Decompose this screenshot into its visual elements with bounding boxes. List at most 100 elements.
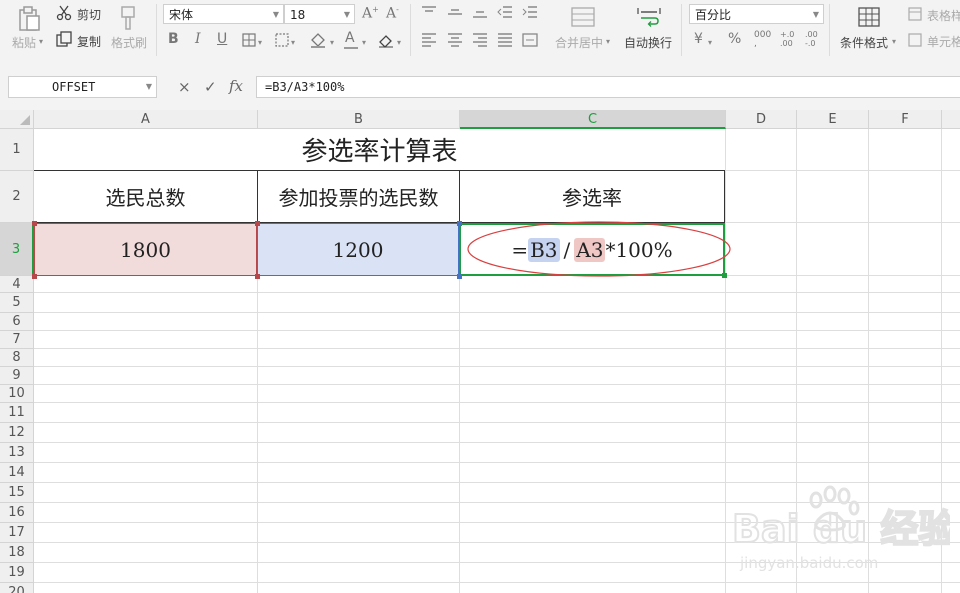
borders-icon[interactable] <box>242 33 256 47</box>
indent-increase-icon[interactable] <box>522 6 538 18</box>
align-left-icon[interactable] <box>421 33 437 47</box>
column-header-c[interactable]: C <box>460 110 726 129</box>
paste-button[interactable]: 粘贴 <box>12 34 36 51</box>
row-header-14[interactable]: 14 <box>0 463 34 483</box>
distributed-align-icon[interactable] <box>522 33 538 47</box>
number-format-select[interactable]: 百分比 ▼ <box>689 4 824 24</box>
range-handle[interactable] <box>457 274 462 279</box>
eraser-icon[interactable] <box>378 32 394 48</box>
font-size-select[interactable]: 18 ▼ <box>284 4 355 24</box>
header-cell-turnout-rate[interactable]: 参选率 <box>460 171 725 223</box>
decrease-decimal-icon[interactable]: .00 -.0 <box>805 30 818 48</box>
align-center-icon[interactable] <box>447 33 463 47</box>
column-header-d[interactable]: D <box>726 110 797 129</box>
conditional-format-icon <box>858 7 880 27</box>
increase-font-icon[interactable]: A+ <box>362 5 379 22</box>
range-handle[interactable] <box>255 221 260 226</box>
row-header-4[interactable]: 4 <box>0 276 34 293</box>
chevron-down-icon[interactable]: ▾ <box>397 38 401 47</box>
chevron-down-icon[interactable]: ▾ <box>606 37 610 46</box>
align-top-icon[interactable] <box>421 6 437 18</box>
table-style-button[interactable]: 表格样 <box>927 7 960 24</box>
chevron-down-icon[interactable]: ▾ <box>291 38 295 47</box>
decrease-font-icon[interactable]: A- <box>386 5 399 22</box>
row-header-9[interactable]: 9 <box>0 367 34 385</box>
copy-button[interactable]: 复制 <box>77 33 101 50</box>
row-header-6[interactable]: 6 <box>0 313 34 331</box>
range-handle[interactable] <box>457 221 462 226</box>
align-right-icon[interactable] <box>472 33 488 47</box>
column-header-f[interactable]: F <box>869 110 942 129</box>
chevron-down-icon[interactable]: ▾ <box>258 38 262 47</box>
row-header-13[interactable]: 13 <box>0 443 34 463</box>
cut-button[interactable]: 剪切 <box>77 6 101 23</box>
bold-icon[interactable]: B <box>168 31 179 47</box>
percent-icon[interactable]: % <box>728 31 741 47</box>
wrap-text-button[interactable]: 自动换行 <box>624 34 672 51</box>
thousands-separator-icon[interactable]: 000, <box>754 31 771 49</box>
grid-line <box>725 129 726 593</box>
cancel-icon[interactable]: × <box>178 78 191 96</box>
row-header-1[interactable]: 1 <box>0 129 34 171</box>
row-header-16[interactable]: 16 <box>0 503 34 523</box>
range-handle[interactable] <box>32 274 37 279</box>
row-header-18[interactable]: 18 <box>0 543 34 563</box>
row-header-8[interactable]: 8 <box>0 349 34 367</box>
select-all-corner[interactable] <box>0 110 34 129</box>
format-painter-icon <box>118 5 140 31</box>
row-header-11[interactable]: 11 <box>0 403 34 423</box>
row-header-12[interactable]: 12 <box>0 423 34 443</box>
font-color-icon[interactable]: A <box>345 30 355 46</box>
conditional-format-button[interactable]: 条件格式 <box>840 34 888 51</box>
range-handle[interactable] <box>32 221 37 226</box>
ribbon-divider <box>681 4 682 56</box>
underline-icon[interactable]: U <box>217 31 227 47</box>
paste-icon[interactable] <box>17 6 41 32</box>
font-name-select[interactable]: 宋体 ▼ <box>163 4 284 24</box>
column-header-g[interactable] <box>942 110 960 129</box>
row-header-15[interactable]: 15 <box>0 483 34 503</box>
currency-icon[interactable]: ¥ <box>694 31 703 47</box>
row-header-2[interactable]: 2 <box>0 171 34 223</box>
merge-center-button[interactable]: 合并居中 <box>555 34 603 51</box>
fx-icon[interactable]: fx <box>229 77 243 95</box>
chevron-down-icon[interactable]: ▾ <box>330 38 334 47</box>
chevron-down-icon: ▼ <box>272 10 279 19</box>
column-header-e[interactable]: E <box>797 110 869 129</box>
formula-input[interactable]: =B3/A3*100% <box>256 76 960 98</box>
chevron-down-icon[interactable]: ▾ <box>892 37 896 46</box>
row-header-3[interactable]: 3 <box>0 223 34 276</box>
italic-icon[interactable]: I <box>195 31 201 47</box>
fill-pattern-icon[interactable] <box>275 33 289 47</box>
formula-bar: OFFSET ▼ × ✓ fx =B3/A3*100% <box>0 64 960 110</box>
column-header-b[interactable]: B <box>258 110 460 129</box>
grid-line <box>34 330 960 331</box>
row-header-20[interactable]: 20 <box>0 583 34 593</box>
cell-b3[interactable]: 1200 <box>257 223 459 276</box>
indent-decrease-icon[interactable] <box>497 6 513 18</box>
confirm-icon[interactable]: ✓ <box>204 78 217 96</box>
column-header-a[interactable]: A <box>34 110 258 129</box>
header-cell-total-voters[interactable]: 选民总数 <box>34 171 258 223</box>
row-header-17[interactable]: 17 <box>0 523 34 543</box>
range-handle[interactable] <box>255 274 260 279</box>
row-header-5[interactable]: 5 <box>0 293 34 313</box>
ribbon-toolbar: 粘贴 ▾ 剪切 复制 格式刷 宋体 ▼ 18 ▼ A+ A- B I U ▾ ▾ ▾… <box>0 0 960 64</box>
chevron-down-icon[interactable]: ▾ <box>708 38 712 47</box>
cell-a3[interactable]: 1800 <box>34 223 257 276</box>
paste-dropdown-icon[interactable]: ▾ <box>39 37 43 46</box>
chevron-down-icon[interactable]: ▾ <box>362 38 366 47</box>
row-header-19[interactable]: 19 <box>0 563 34 583</box>
sheet-title-cell[interactable]: 参选率计算表 <box>34 129 725 171</box>
format-painter-button[interactable]: 格式刷 <box>111 34 147 51</box>
align-middle-icon[interactable] <box>447 6 463 18</box>
row-header-7[interactable]: 7 <box>0 331 34 349</box>
justify-icon[interactable] <box>497 33 513 47</box>
name-box[interactable]: OFFSET ▼ <box>8 76 157 98</box>
align-bottom-icon[interactable] <box>472 6 488 18</box>
cell-style-button[interactable]: 单元格 <box>927 33 960 50</box>
fill-color-icon[interactable] <box>309 31 327 49</box>
increase-decimal-icon[interactable]: +.0.00 <box>780 30 794 48</box>
header-cell-voted[interactable]: 参加投票的选民数 <box>258 171 460 223</box>
row-header-10[interactable]: 10 <box>0 385 34 403</box>
